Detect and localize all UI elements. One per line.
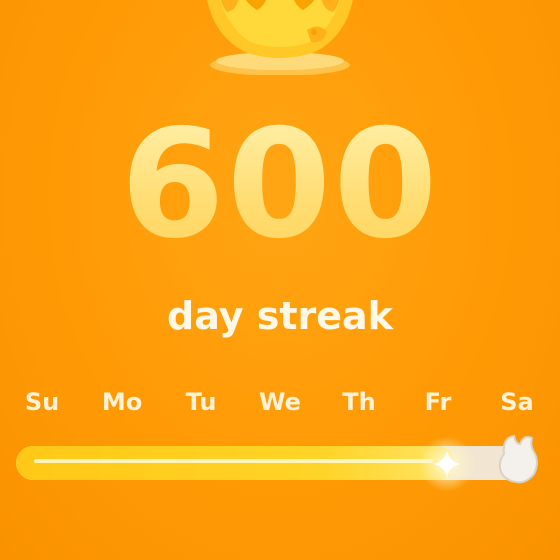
streak-screen: 600 day streak Su Mo Tu We Th Fr Sa bbox=[0, 0, 560, 560]
weekday-monday: Mo bbox=[101, 388, 143, 416]
week-progress-fill bbox=[16, 446, 455, 480]
week-progress-shine bbox=[34, 459, 433, 463]
sparkle-icon bbox=[419, 436, 475, 492]
streak-label: day streak bbox=[167, 294, 393, 338]
weekday-row: Su Mo Tu We Th Fr Sa bbox=[0, 384, 560, 424]
streak-count: 600 bbox=[0, 100, 560, 270]
weekday-saturday: Sa bbox=[500, 388, 534, 416]
weekday-thursday: Th bbox=[342, 388, 376, 416]
weekday-tuesday: Tu bbox=[185, 388, 217, 416]
week-progress-bar bbox=[16, 434, 538, 492]
flame-outline-icon bbox=[498, 434, 538, 484]
flame-mascot-icon bbox=[207, 0, 353, 75]
weekday-sunday: Su bbox=[24, 388, 60, 416]
weekday-wednesday: We bbox=[259, 388, 301, 416]
weekday-friday: Fr bbox=[424, 388, 452, 416]
